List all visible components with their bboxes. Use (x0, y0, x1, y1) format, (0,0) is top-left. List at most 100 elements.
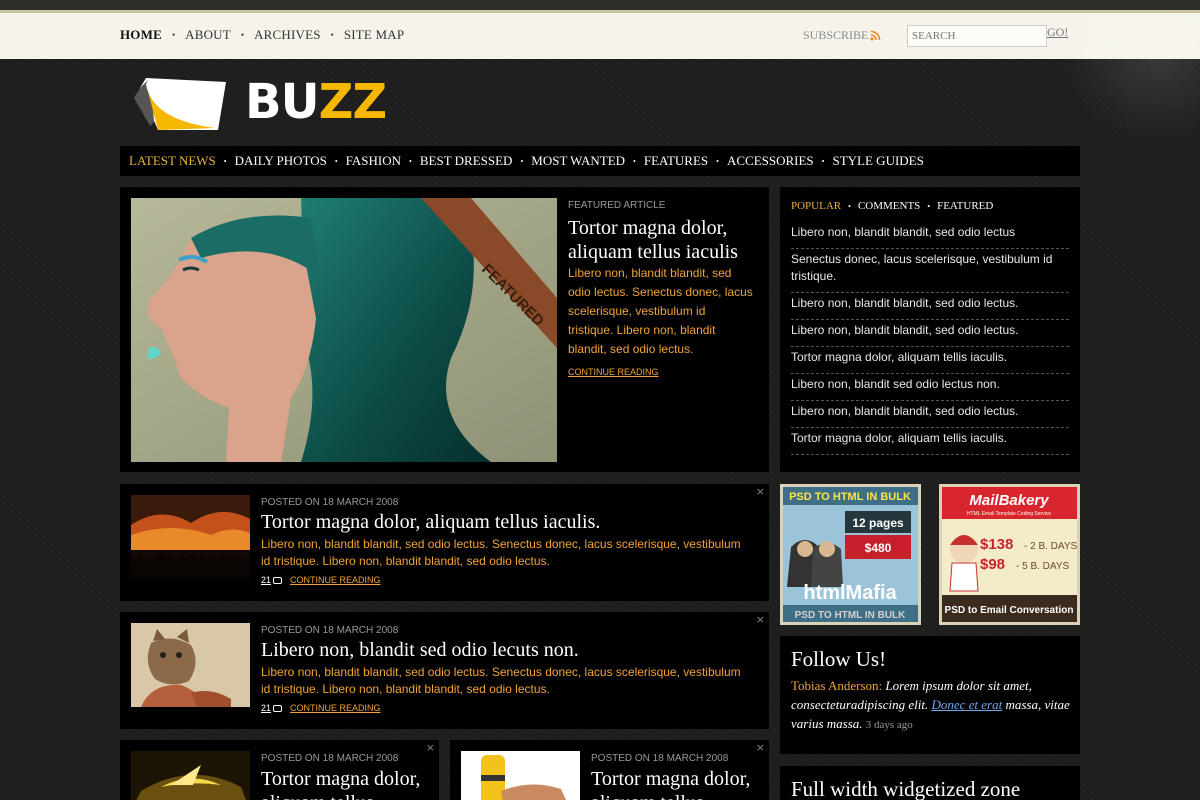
ad2-price2-text: $98 (980, 556, 1005, 573)
fullwidth-title: Full width widgetized zone (791, 777, 1021, 800)
main-navigation: LATEST NEWS • DAILY PHOTOS • FASHION • B… (120, 146, 1080, 176)
mainnav-accessories[interactable]: ACCESSORIES (727, 153, 814, 169)
ad2-bottom-text: PSD to Email Conversation (945, 605, 1074, 616)
logo-text-yellow: ZZ (318, 74, 388, 130)
post-thumbnail[interactable] (131, 623, 250, 707)
tab-separator: • (927, 201, 931, 211)
post-date: POSTED ON 18 MARCH 2008 (261, 497, 399, 508)
continue-reading-link[interactable]: CONTINUE READING (290, 575, 381, 585)
list-item[interactable]: Senectus donec, lacus scelerisque, vesti… (791, 250, 1069, 293)
ad1-price-text: $480 (865, 541, 892, 555)
mainnav-most-wanted[interactable]: MOST WANTED (531, 153, 625, 169)
post-title[interactable]: Libero non, blandit sed odio lecuts non. (261, 639, 579, 662)
ad1-pages-text: 12 pages (852, 516, 904, 530)
search-input[interactable] (907, 25, 1047, 47)
subscribe-link[interactable]: SUBSCRIBE (803, 28, 881, 43)
tab-comments[interactable]: COMMENTS (858, 200, 920, 212)
mainnav-latest-news[interactable]: LATEST NEWS (129, 153, 216, 169)
comment-count[interactable]: 21 (261, 575, 271, 585)
tab-featured[interactable]: FEATURED (937, 200, 993, 212)
mainnav-style-guides[interactable]: STYLE GUIDES (832, 153, 923, 169)
featured-continue-reading[interactable]: CONTINUE READING (568, 367, 659, 377)
list-item[interactable]: Libero non, blandit blandit, sed odio le… (791, 294, 1069, 320)
post-title[interactable]: Tortor magna dolor, aliquam tellus (591, 767, 763, 800)
nav-separator: • (409, 156, 412, 166)
post-card-half: POSTED ON 18 MARCH 2008 Tortor magna dol… (120, 740, 439, 800)
post-date: POSTED ON 18 MARCH 2008 (261, 753, 399, 764)
tweet-timestamp: 3 days ago (865, 719, 913, 731)
follow-title: Follow Us! (791, 647, 887, 671)
close-icon[interactable]: × (426, 741, 435, 754)
grunge-texture (1060, 13, 1200, 143)
rss-icon (870, 30, 881, 41)
fullwidth-widget: Full width widgetized zone (780, 766, 1080, 800)
featured-body: Libero non, blandit blandit, sed odio le… (568, 266, 753, 356)
topnav-site-map[interactable]: SITE MAP (344, 27, 404, 43)
close-icon[interactable]: × (756, 485, 765, 498)
popular-list: Libero non, blandit blandit, sed odio le… (791, 223, 1069, 456)
top-bar: HOME • ABOUT • ARCHIVES • SITE MAP SUBSC… (0, 13, 1200, 59)
top-border (0, 0, 1200, 10)
list-item[interactable]: Tortor magna dolor, aliquam tellis iacul… (791, 429, 1069, 455)
ad1-top-text: PSD TO HTML IN BULK (789, 491, 911, 503)
tweet: Tobias Anderson: Lorem ipsum dolor sit a… (791, 676, 1071, 735)
post-excerpt: Libero non, blandit blandit, sed odio le… (261, 665, 741, 696)
close-icon[interactable]: × (756, 613, 765, 626)
site-logo-text[interactable]: BUZZ (245, 74, 388, 130)
topnav-home[interactable]: HOME (120, 27, 162, 43)
post-card-half: POSTED ON 18 MARCH 2008 Tortor magna dol… (450, 740, 769, 800)
mainnav-daily-photos[interactable]: DAILY PHOTOS (235, 153, 327, 169)
top-navigation: HOME • ABOUT • ARCHIVES • SITE MAP (120, 27, 404, 43)
topnav-archives[interactable]: ARCHIVES (254, 27, 321, 43)
comment-count[interactable]: 21 (261, 703, 271, 713)
tab-popular[interactable]: POPULAR (791, 200, 841, 212)
nav-separator: • (716, 156, 719, 166)
list-item[interactable]: Libero non, blandit blandit, sed odio le… (791, 402, 1069, 428)
featured-title[interactable]: Tortor magna dolor, aliquam tellus iacul… (568, 216, 758, 264)
ad-banner-mailbakery[interactable]: MailBakery HTML Email Template Coding Se… (939, 484, 1080, 625)
nav-separator: • (223, 156, 227, 166)
tweet-author[interactable]: Tobias Anderson: (791, 678, 882, 693)
nav-separator: • (171, 30, 176, 40)
featured-article: FEATURED FEATURED ARTICLE Tortor magna d… (120, 187, 769, 472)
post-card: POSTED ON 18 MARCH 2008 Libero non, blan… (120, 612, 769, 729)
nav-separator: • (334, 156, 338, 166)
nav-separator: • (821, 156, 825, 166)
mainnav-best-dressed[interactable]: BEST DRESSED (420, 153, 513, 169)
ad-banner-htmlmafia[interactable]: PSD TO HTML IN BULK 12 pages $480 htmlMa… (780, 484, 921, 625)
post-card: POSTED ON 18 MARCH 2008 Tortor magna dol… (120, 484, 769, 601)
nav-separator: • (520, 156, 524, 166)
post-thumbnail[interactable] (131, 495, 250, 579)
nav-separator: • (330, 30, 334, 40)
mainnav-fashion[interactable]: FASHION (346, 153, 401, 169)
comment-icon (273, 576, 283, 584)
featured-image[interactable]: FEATURED (131, 198, 557, 462)
logo-text-white: BU (245, 74, 320, 130)
nav-separator: • (633, 156, 636, 166)
post-date: POSTED ON 18 MARCH 2008 (591, 753, 729, 764)
post-excerpt: Libero non, blandit blandit, sed odio le… (261, 537, 741, 568)
list-item[interactable]: Libero non, blandit blandit, sed odio le… (791, 223, 1069, 249)
list-item[interactable]: Tortor magna dolor, aliquam tellis iacul… (791, 348, 1069, 374)
post-title[interactable]: Tortor magna dolor, aliquam tellus (261, 767, 433, 800)
close-icon[interactable]: × (756, 741, 765, 754)
continue-reading-link[interactable]: CONTINUE READING (290, 703, 381, 713)
post-thumbnail[interactable] (461, 751, 580, 800)
list-item[interactable]: Libero non, blandit sed odio lectus non. (791, 375, 1069, 401)
tweet-link[interactable]: Donec et erat (931, 697, 1002, 712)
mainnav-features[interactable]: FEATURES (644, 153, 708, 169)
post-title[interactable]: Tortor magna dolor, aliquam tellus iacul… (261, 511, 600, 534)
subscribe-label: SUBSCRIBE (803, 28, 869, 42)
ad2-days2-text: - 5 B. DAYS (1016, 561, 1069, 572)
list-item[interactable]: Libero non, blandit blandit, sed odio le… (791, 321, 1069, 347)
ad2-price1-text: $138 (980, 536, 1013, 553)
ad2-tagline-text: HTML Email Template Coding Service (967, 511, 1051, 517)
post-footer: 21 CONTINUE READING (261, 703, 381, 713)
tab-separator: • (848, 201, 851, 211)
ad1-brand-text: htmlMafia (803, 582, 897, 604)
post-footer: 21 CONTINUE READING (261, 575, 381, 585)
ad1-bottom-text: PSD TO HTML IN BULK (795, 610, 907, 621)
post-thumbnail[interactable] (131, 751, 250, 800)
sidebar-tabs: POPULAR • COMMENTS • FEATURED (791, 200, 993, 212)
topnav-about[interactable]: ABOUT (185, 27, 231, 43)
